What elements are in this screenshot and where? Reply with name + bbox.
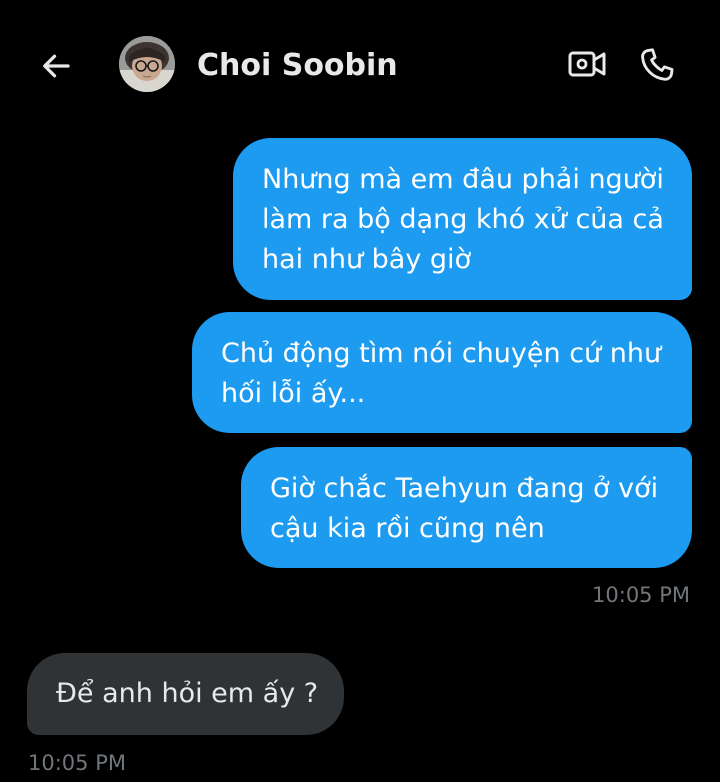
message-bubble-received[interactable]: Để anh hỏi em ấy ? [27, 653, 344, 735]
phone-icon [641, 48, 674, 81]
message-timestamp: 10:05 PM [592, 583, 690, 607]
message-bubble-sent[interactable]: Nhưng mà em đâu phải người làm ra bộ dạn… [233, 138, 692, 300]
back-button[interactable] [36, 46, 76, 86]
message-text: Nhưng mà em đâu phải người làm ra bộ dạn… [262, 164, 664, 275]
message-text: Giờ chắc Taehyun đang ở với cậu kia rồi … [270, 473, 659, 544]
video-call-button[interactable] [566, 44, 608, 84]
voice-call-button[interactable] [636, 44, 678, 86]
message-timestamp: 10:05 PM [28, 751, 126, 775]
message-bubble-sent[interactable]: Giờ chắc Taehyun đang ở với cậu kia rồi … [241, 447, 692, 568]
avatar[interactable] [119, 36, 175, 92]
message-bubble-sent[interactable]: Chủ động tìm nói chuyện cứ như hối lỗi ấ… [192, 312, 692, 433]
avatar-image [119, 36, 175, 92]
message-text: Để anh hỏi em ấy ? [56, 678, 319, 709]
message-text: Chủ động tìm nói chuyện cứ như hối lỗi ấ… [221, 338, 662, 409]
arrow-left-icon [43, 54, 70, 78]
contact-name[interactable]: Choi Soobin [197, 46, 398, 86]
dm-conversation-screen: Choi Soobin Nhưng mà em đâu phải người l… [0, 0, 720, 782]
video-camera-icon [568, 51, 606, 77]
conversation-header: Choi Soobin [0, 0, 720, 130]
